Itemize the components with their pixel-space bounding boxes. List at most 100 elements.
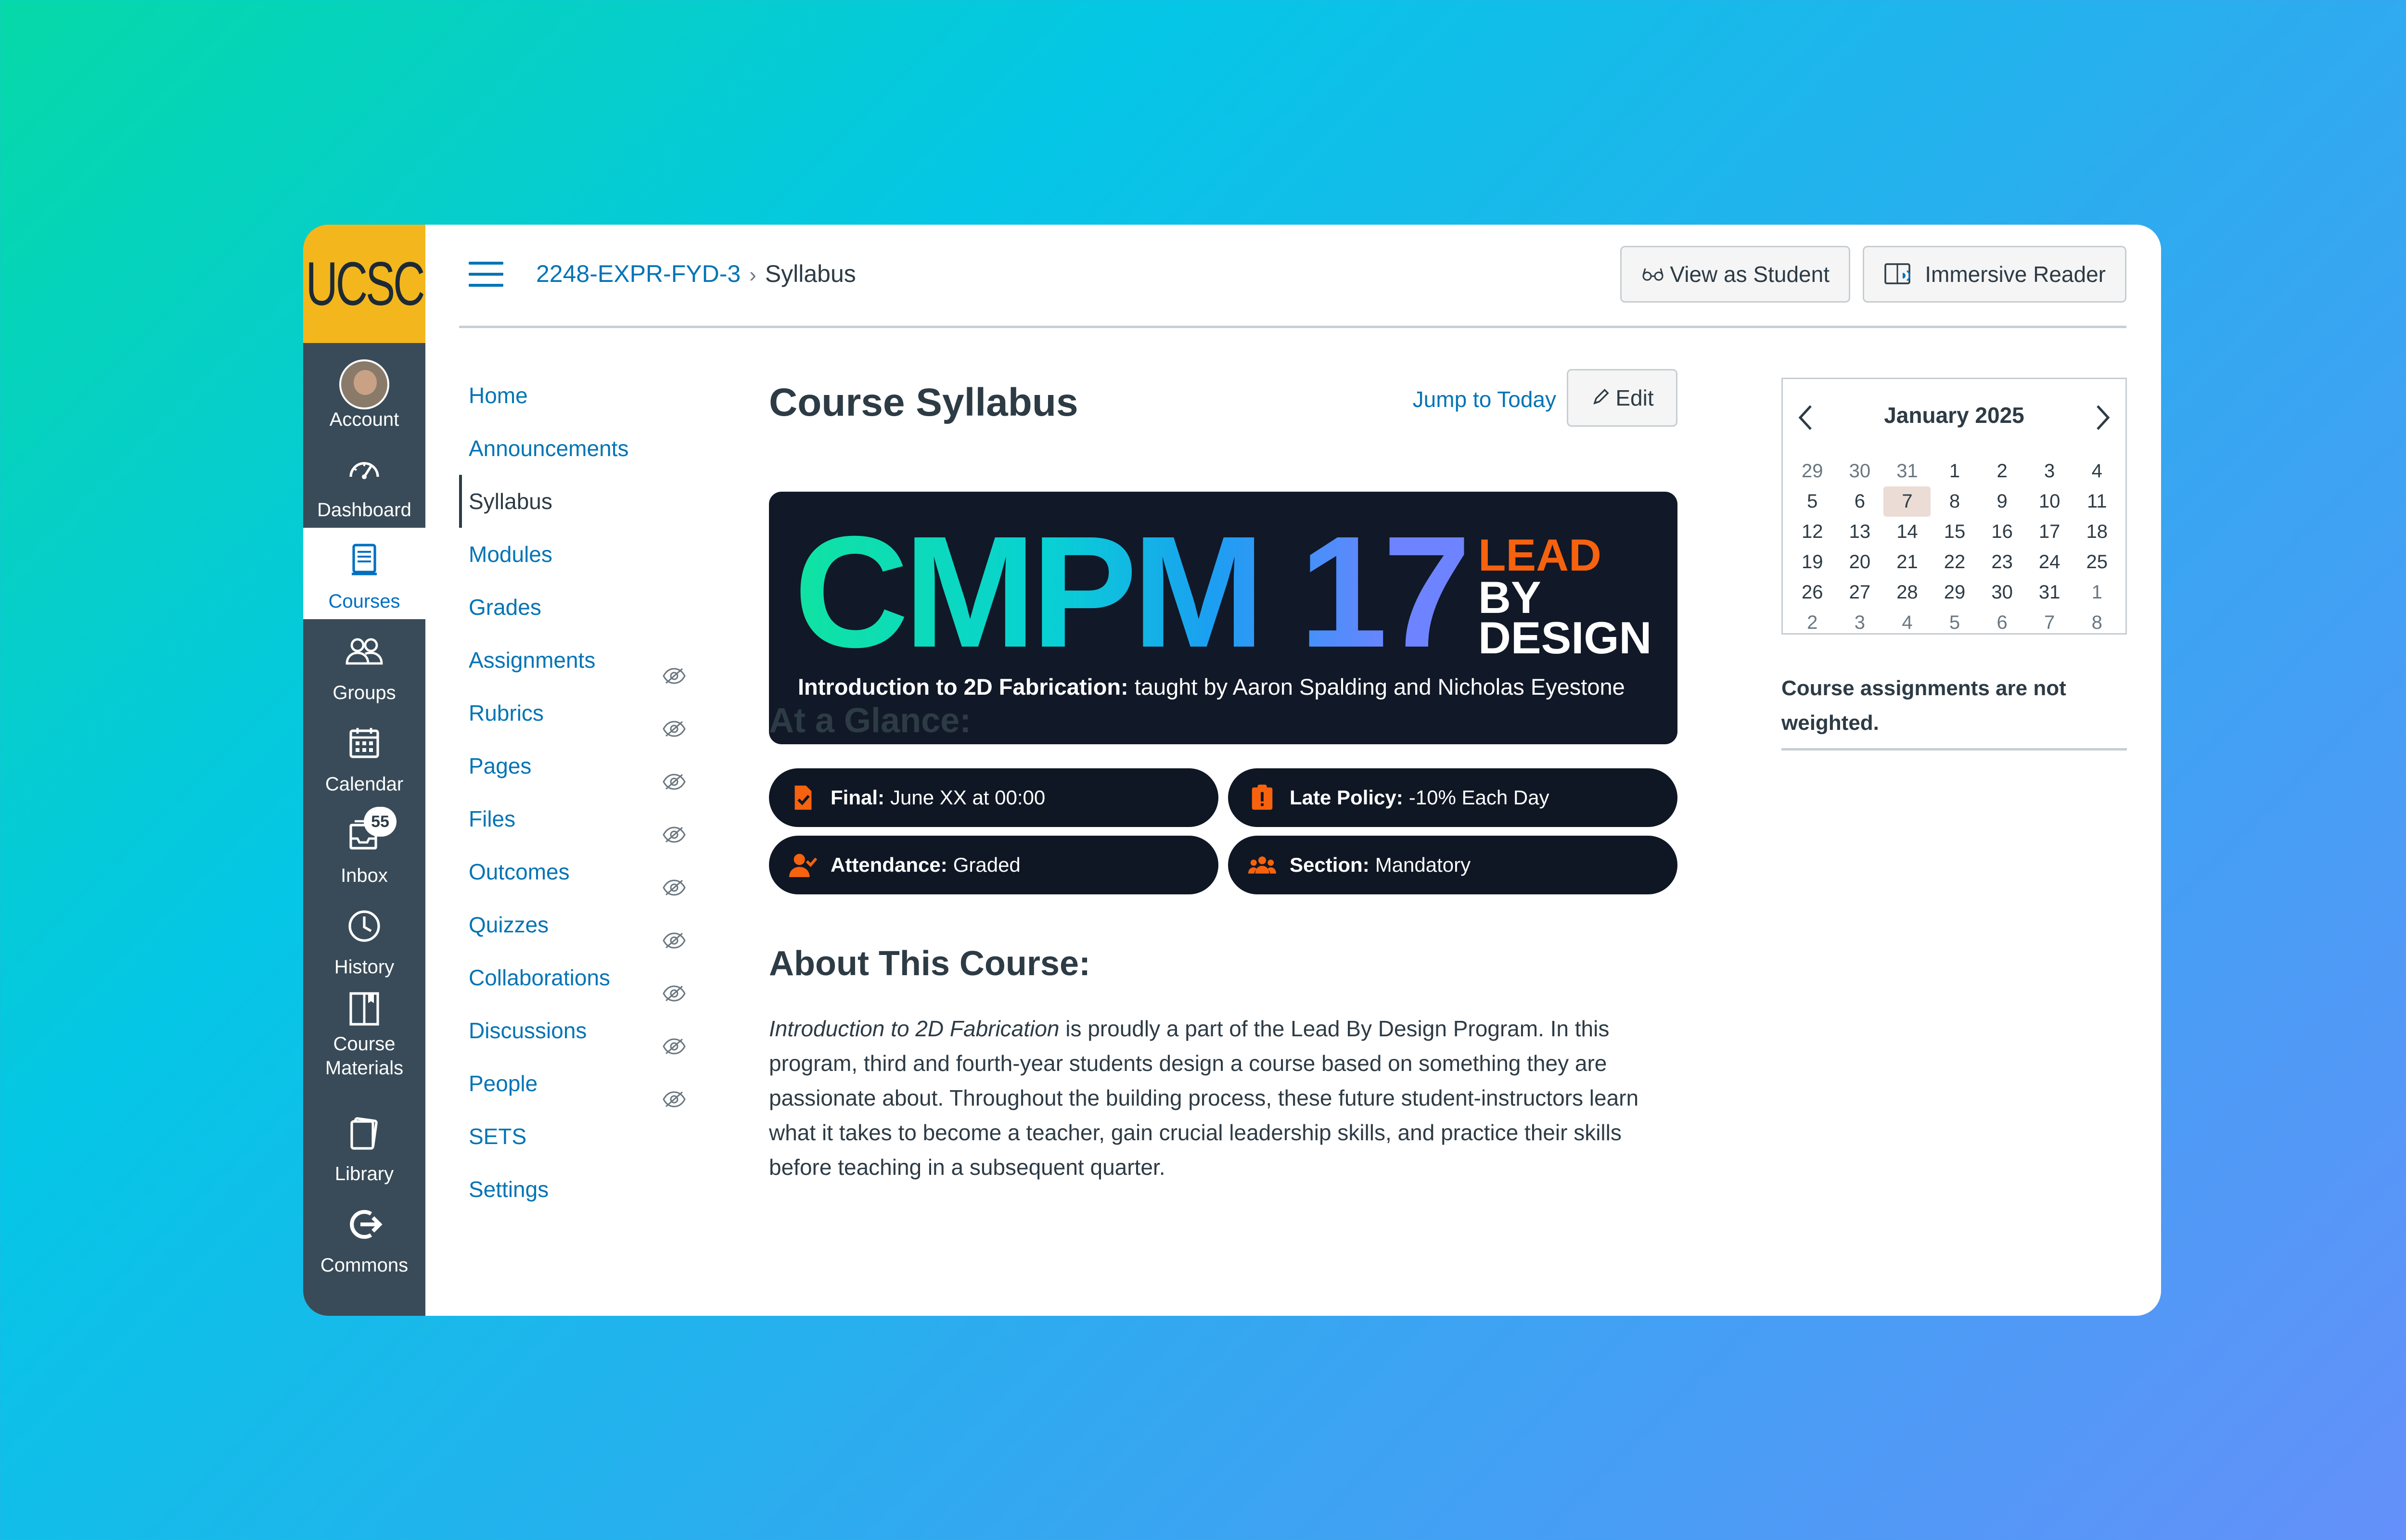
- calendar-day-number: 17: [2038, 521, 2060, 542]
- calendar-day[interactable]: 1: [1931, 456, 1979, 486]
- nav-account[interactable]: Account: [303, 346, 425, 437]
- calendar-day[interactable]: 2: [1978, 456, 2026, 486]
- nav-groups[interactable]: Groups: [303, 619, 425, 711]
- ucsc-logo[interactable]: UCSC: [303, 225, 425, 343]
- library-icon: [303, 1114, 425, 1160]
- calendar-day[interactable]: 19: [1789, 547, 1836, 577]
- calendar-day-number: 18: [2086, 521, 2108, 542]
- page-title: Course Syllabus: [769, 381, 1078, 424]
- calendar-day[interactable]: 15: [1931, 517, 1979, 547]
- course-nav-sets[interactable]: SETS: [459, 1110, 700, 1163]
- calendar-day[interactable]: 12: [1789, 517, 1836, 547]
- nav-inbox[interactable]: 55 Inbox: [303, 802, 425, 893]
- course-nav-assignments[interactable]: Assignments: [459, 634, 700, 687]
- course-nav-label: Home: [469, 383, 528, 408]
- global-nav: UCSC Account Dashboard Courses Groups Ca…: [303, 225, 425, 1316]
- calendar-day-number: 6: [1854, 491, 1865, 512]
- calendar-day-number: 2: [1996, 460, 2008, 482]
- calendar-day[interactable]: 29: [1931, 577, 1979, 608]
- course-nav-label: Grades: [469, 595, 541, 620]
- calendar-day[interactable]: 23: [1978, 547, 2026, 577]
- calendar-day[interactable]: 5: [1931, 608, 1979, 638]
- nav-history[interactable]: History: [303, 893, 425, 985]
- course-nav-label: People: [469, 1071, 538, 1096]
- glance-section: Section: Mandatory: [1228, 836, 1677, 894]
- calendar-day[interactable]: 3: [1836, 608, 1884, 638]
- calendar-day[interactable]: 8: [1931, 486, 1979, 517]
- jump-to-today-link[interactable]: Jump to Today: [1413, 386, 1556, 412]
- mini-calendar: January 2025 29 30 31 1 2 3 4 5 6 7 8 9 10 11 12 13 14 15…: [1781, 378, 2127, 635]
- calendar-day[interactable]: 31: [1883, 456, 1931, 486]
- calendar-day[interactable]: 30: [1978, 577, 2026, 608]
- course-nav-settings[interactable]: Settings: [459, 1163, 700, 1216]
- calendar-day[interactable]: 21: [1883, 547, 1931, 577]
- calendar-day-number: 21: [1896, 551, 1918, 573]
- calendar-day[interactable]: 22: [1931, 547, 1979, 577]
- course-nav-quizzes[interactable]: Quizzes: [459, 898, 700, 951]
- course-nav-collaborations[interactable]: Collaborations: [459, 951, 700, 1004]
- calendar-day[interactable]: 7: [2026, 608, 2073, 638]
- nav-courses[interactable]: Courses: [303, 528, 425, 619]
- course-nav-people[interactable]: People: [459, 1057, 700, 1110]
- view-as-student-button[interactable]: View as Student: [1620, 246, 1850, 303]
- edit-button[interactable]: Edit: [1567, 369, 1677, 427]
- nav-library[interactable]: Library: [303, 1100, 425, 1192]
- calendar-day-number: 31: [2038, 582, 2060, 603]
- calendar-day[interactable]: 5: [1789, 486, 1836, 517]
- course-nav-files[interactable]: Files: [459, 792, 700, 845]
- breadcrumb-course-link[interactable]: 2248-EXPR-FYD-3: [536, 260, 741, 287]
- calendar-day[interactable]: 16: [1978, 517, 2026, 547]
- calendar-day-today[interactable]: 7: [1883, 486, 1931, 517]
- course-nav-pages[interactable]: Pages: [459, 739, 700, 792]
- hamburger-menu-button[interactable]: [469, 262, 503, 287]
- course-nav-home[interactable]: Home: [459, 369, 700, 422]
- calendar-day[interactable]: 20: [1836, 547, 1884, 577]
- calendar-day[interactable]: 31: [2026, 577, 2073, 608]
- people-group-icon: [1248, 856, 1276, 874]
- course-nav-modules[interactable]: Modules: [459, 528, 700, 581]
- breadcrumb: 2248-EXPR-FYD-3 › Syllabus: [536, 259, 856, 290]
- calendar-day[interactable]: 6: [1836, 486, 1884, 517]
- calendar-day[interactable]: 29: [1789, 456, 1836, 486]
- calendar-day[interactable]: 4: [2073, 456, 2121, 486]
- eye-hidden-icon: [662, 651, 686, 684]
- nav-calendar[interactable]: Calendar: [303, 711, 425, 802]
- calendar-day[interactable]: 6: [1978, 608, 2026, 638]
- calendar-day[interactable]: 28: [1883, 577, 1931, 608]
- course-nav-discussions[interactable]: Discussions: [459, 1004, 700, 1057]
- calendar-day[interactable]: 18: [2073, 517, 2121, 547]
- calendar-day[interactable]: 17: [2026, 517, 2073, 547]
- nav-commons[interactable]: Commons: [303, 1192, 425, 1283]
- course-nav-grades[interactable]: Grades: [459, 581, 700, 634]
- calendar-day[interactable]: 24: [2026, 547, 2073, 577]
- nav-dashboard[interactable]: Dashboard: [303, 436, 425, 528]
- calendar-day[interactable]: 1: [2073, 577, 2121, 608]
- calendar-day[interactable]: 25: [2073, 547, 2121, 577]
- calendar-day[interactable]: 11: [2073, 486, 2121, 517]
- calendar-day[interactable]: 4: [1883, 608, 1931, 638]
- chevron-right-icon[interactable]: [2092, 403, 2113, 432]
- glance-attendance-label: Attendance:: [831, 853, 947, 876]
- calendar-day[interactable]: 10: [2026, 486, 2073, 517]
- about-course-name: Introduction to 2D Fabrication: [769, 1016, 1060, 1041]
- course-nav-outcomes[interactable]: Outcomes: [459, 845, 700, 898]
- calendar-day[interactable]: 14: [1883, 517, 1931, 547]
- course-nav-rubrics[interactable]: Rubrics: [459, 687, 700, 739]
- calendar-day[interactable]: 8: [2073, 608, 2121, 638]
- immersive-reader-button[interactable]: Immersive Reader: [1863, 246, 2126, 303]
- calendar-day[interactable]: 3: [2026, 456, 2073, 486]
- course-nav-announcements[interactable]: Announcements: [459, 422, 700, 475]
- file-check-icon: [794, 785, 812, 810]
- calendar-day[interactable]: 2: [1789, 608, 1836, 638]
- banner-course-name: Introduction to 2D Fabrication:: [798, 674, 1128, 700]
- nav-course-materials[interactable]: Course Materials: [303, 985, 425, 1100]
- calendar-day-number: 28: [1896, 582, 1918, 603]
- nav-dashboard-label: Dashboard: [317, 499, 411, 521]
- banner-course-code: CMPM 17: [794, 503, 1471, 680]
- calendar-day[interactable]: 13: [1836, 517, 1884, 547]
- calendar-day[interactable]: 27: [1836, 577, 1884, 608]
- calendar-day[interactable]: 26: [1789, 577, 1836, 608]
- course-nav-syllabus[interactable]: Syllabus: [459, 475, 700, 528]
- calendar-day[interactable]: 9: [1978, 486, 2026, 517]
- calendar-day[interactable]: 30: [1836, 456, 1884, 486]
